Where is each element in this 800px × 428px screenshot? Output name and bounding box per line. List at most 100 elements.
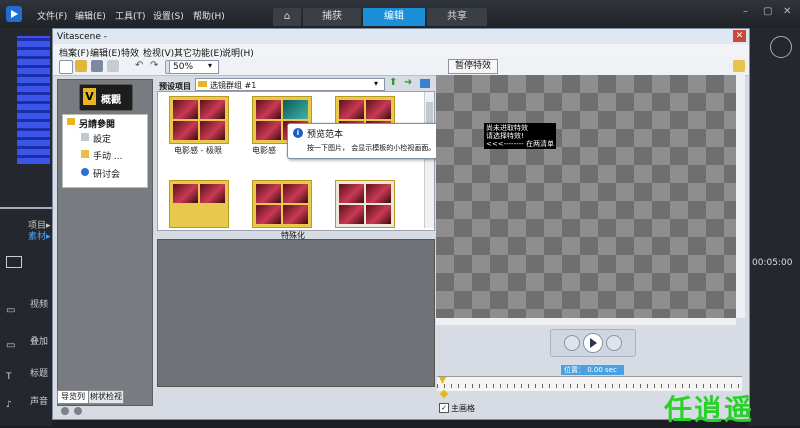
save-icon[interactable] (91, 60, 103, 72)
folder-icon (67, 118, 75, 125)
playhead-icon[interactable] (439, 377, 446, 384)
sidebar-item-settings[interactable]: 設定 (93, 132, 111, 145)
preset-thumb[interactable] (252, 180, 312, 228)
video-track-icon: ▭ (6, 305, 16, 316)
keyframe-icon[interactable] (439, 389, 449, 399)
storyboard-icon[interactable] (6, 256, 22, 268)
thumb-image (256, 184, 281, 203)
settings-doc-icon (81, 133, 89, 141)
overlay-line: <<<-------- 在两清单 (486, 140, 555, 148)
preset-folder-value: 选镜群组 #1 (210, 81, 257, 90)
view-mode-icon[interactable] (420, 79, 430, 88)
tooltip-title: 预览范本 (307, 130, 344, 140)
sidebar-item-manual[interactable]: 手动 ... (93, 149, 122, 162)
preset-thumb[interactable] (169, 180, 229, 228)
timeline-timecode: 00:05:00 (752, 258, 793, 268)
host-minimize-button[interactable]: – (743, 6, 748, 17)
forward-button[interactable] (606, 335, 622, 351)
vitascene-close-button[interactable]: ✕ (733, 30, 746, 42)
tab-tree-view[interactable]: 树状检视 (88, 390, 124, 404)
navigation-sidebar: V 概觀 另請參閱 設定 手动 ... 研讨会 导览列 树状检视 (57, 79, 153, 406)
up-arrow-icon[interactable]: ⬆ (389, 77, 397, 88)
host-menu-tools[interactable]: 工具(T) (115, 9, 146, 22)
overview-label: 概觀 (101, 95, 121, 106)
clip-label: 素材▸ (28, 232, 51, 242)
undo-icon[interactable]: ↶ (135, 60, 143, 71)
preset-thumb[interactable] (169, 96, 229, 144)
tab-edit[interactable]: 编辑 (363, 8, 425, 26)
voice-track-icon: ♪ (6, 400, 12, 410)
render-icon[interactable] (107, 60, 119, 72)
sidebar-item-workshop[interactable]: 研讨会 (93, 167, 120, 180)
gallery-scrollbar[interactable] (424, 92, 434, 228)
playback-controls (550, 329, 636, 357)
nav-forward-icon[interactable] (74, 407, 82, 415)
host-right-panel (748, 28, 800, 426)
zoom-select[interactable]: 50% ▾ (169, 60, 219, 74)
host-menu-file[interactable]: 文件(F) (37, 9, 67, 22)
home-icon: ⌂ (283, 11, 291, 22)
host-close-button[interactable]: ✕ (783, 6, 791, 17)
overlay-line: 请选择特效! (486, 132, 524, 140)
preview-overlay-text: 尚未进取特效 请选择特效! <<<-------- 在两清单 (484, 123, 557, 149)
forward-icon[interactable]: ➜ (404, 77, 412, 88)
chevron-down-icon: ▾ (374, 79, 379, 88)
tab-navigation[interactable]: 导览列 (57, 390, 89, 404)
track-overlay: 叠加 (30, 337, 49, 347)
watermark: 任逍遥 (664, 393, 755, 426)
notes-icon[interactable] (733, 60, 745, 72)
video-preview-thumbnail (17, 36, 50, 164)
vitascene-logo-icon: V (83, 88, 96, 105)
preview-scrollbar[interactable] (736, 75, 745, 318)
thumb-image (173, 121, 198, 140)
open-folder-icon[interactable] (75, 60, 87, 72)
vitascene-title-bar: Vitascene - ✕ (53, 29, 749, 44)
workshop-icon (81, 168, 89, 176)
play-button[interactable] (583, 333, 603, 353)
vitascene-window: Vitascene - ✕ 档案(F) 编辑(E) 特效 检视(V) 其它功能(… (52, 28, 750, 420)
thumb-image (339, 100, 364, 119)
host-maximize-button[interactable]: ▢ (763, 6, 772, 17)
app-logo-icon (6, 6, 22, 22)
keyframe-checkbox[interactable]: ✓ (439, 403, 449, 413)
thumb-image (173, 184, 198, 203)
track-title: 标题 (30, 369, 49, 379)
tab-capture[interactable]: 捕获 (303, 8, 361, 26)
thumb-image (366, 100, 391, 119)
tab-share[interactable]: 共享 (427, 8, 487, 26)
thumb-image (256, 100, 281, 119)
see-also-panel: 另請參閱 設定 手动 ... 研讨会 (62, 114, 148, 188)
new-file-icon[interactable] (59, 60, 73, 74)
preview-hscrollbar[interactable] (436, 318, 736, 325)
position-readout: 位置： 0.00 sec (561, 365, 624, 375)
play-icon (590, 338, 597, 348)
overlay-track-icon: ▭ (6, 340, 16, 351)
settings-icon[interactable] (770, 36, 792, 58)
preview-tooltip: i 预览范本 按一下图片， 会显示模板的小检视画面。 (287, 123, 445, 159)
manual-icon (81, 150, 89, 158)
overlay-line: 尚未进取特效 (486, 124, 528, 132)
keyframe-label: 主画格 (451, 404, 475, 413)
thumb-image (339, 184, 364, 203)
thumb-image (366, 184, 391, 203)
home-tab[interactable]: ⌂ (273, 8, 301, 26)
thumb-image (283, 184, 308, 203)
preset-folder-select[interactable]: 选镜群组 #1 ▾ (195, 78, 385, 91)
pause-effects-button[interactable]: 暂停特效 (448, 59, 498, 74)
nav-back-icon[interactable] (61, 407, 69, 415)
host-menu-help[interactable]: 帮助(H) (193, 9, 225, 22)
scrub-bar[interactable] (0, 207, 52, 209)
zoom-value: 50% (173, 62, 194, 72)
host-menu-settings[interactable]: 设置(S) (153, 9, 184, 22)
redo-icon[interactable]: ↷ (150, 60, 158, 71)
vitascene-menu-bar: 档案(F) 编辑(E) 特效 检视(V) 其它功能(E) 说明(H) (53, 44, 749, 59)
thumb-image (366, 205, 391, 224)
effect-preview: 尚未进取特效 请选择特效! <<<-------- 在两清单 (436, 75, 742, 318)
rewind-button[interactable] (564, 335, 580, 351)
tooltip-text: 按一下图片， 会显示模板的小检视画面。 (307, 144, 436, 152)
thumb-image (339, 205, 364, 224)
host-menu-edit[interactable]: 编辑(E) (75, 9, 106, 22)
preset-thumb[interactable] (335, 180, 395, 228)
title-track-icon: T (6, 372, 12, 382)
overview-button[interactable]: V 概觀 (79, 84, 133, 111)
